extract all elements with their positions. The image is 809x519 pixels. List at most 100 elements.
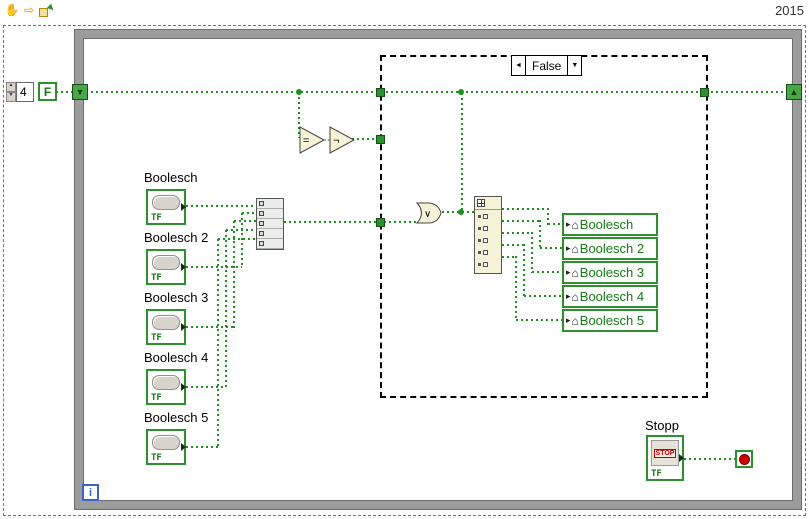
case-tunnel-right-main[interactable] — [700, 88, 709, 97]
step-arrow-glyph: ▶ — [45, 2, 57, 14]
build-array-input-row — [257, 219, 283, 229]
output-arrow-icon — [181, 203, 186, 211]
navigate-arrow-icon[interactable]: ⇨ — [21, 2, 37, 18]
button-face — [152, 435, 180, 450]
wire-main-boolean[interactable] — [56, 91, 792, 93]
wire-ctl5-v[interactable] — [217, 239, 219, 448]
wire-loc2-h[interactable] — [502, 220, 540, 222]
house-icon: ⌂ — [571, 289, 579, 304]
wire-loc5-v[interactable] — [515, 256, 517, 321]
local-variable-label: Boolesch 5 — [579, 313, 645, 328]
case-selector-terminal[interactable] — [376, 135, 385, 144]
boolean-control-boolesch-2[interactable]: TF — [146, 249, 186, 285]
case-prev-arrow-icon[interactable]: ◄ — [512, 56, 525, 75]
output-arrow-icon — [679, 454, 684, 462]
spin-up-icon[interactable]: ▲ — [6, 82, 16, 92]
wire-loc5-in[interactable] — [516, 319, 562, 321]
output-arrow-icon — [181, 443, 186, 451]
button-face — [152, 315, 180, 330]
build-array-input-row — [257, 199, 283, 209]
local-variable-boolesch-5[interactable]: ▸ ⌂ Boolesch 5 — [562, 309, 658, 332]
tf-terminal-label: TF — [151, 333, 162, 343]
numeric-constant-value[interactable]: 4 — [16, 82, 34, 102]
tf-terminal-label: TF — [151, 273, 162, 283]
wire-junction-dot — [458, 89, 464, 95]
button-face — [152, 375, 180, 390]
wire-loc3-v[interactable] — [531, 232, 533, 273]
wire-loc2-v[interactable] — [539, 220, 541, 249]
shift-register-right[interactable]: ▲ — [786, 84, 802, 100]
wire-ctl4-v[interactable] — [225, 230, 227, 388]
wire-ctl4-in[interactable] — [226, 229, 256, 231]
tf-terminal-label: TF — [151, 213, 162, 223]
wire-ctl5-h[interactable] — [186, 446, 218, 448]
boolean-control-boolesch-5[interactable]: TF — [146, 429, 186, 465]
case-structure-border[interactable] — [380, 55, 708, 398]
stop-button-terminal[interactable]: STOP TF — [646, 435, 684, 481]
boolean-control-boolesch[interactable]: TF — [146, 189, 186, 225]
wire-ctl4-h[interactable] — [186, 386, 226, 388]
wire-vertical-junction[interactable] — [461, 93, 463, 212]
build-array-input-row — [257, 229, 283, 239]
index-array-output-row — [475, 246, 501, 258]
spin-down-icon[interactable]: ▼ — [6, 92, 16, 102]
array-glyph-icon — [477, 199, 485, 207]
house-icon: ⌂ — [571, 265, 579, 280]
wire-junction-dot — [458, 209, 464, 215]
wire-ctl5-in[interactable] — [218, 238, 256, 240]
wire-ctl3-in[interactable] — [234, 220, 256, 222]
local-variable-boolesch-2[interactable]: ▸ ⌂ Boolesch 2 — [562, 237, 658, 260]
local-variable-label: Boolesch 4 — [579, 289, 645, 304]
write-arrow-icon: ▸ — [566, 219, 571, 229]
false-boolean-constant[interactable]: F — [38, 82, 57, 101]
boolean-control-boolesch-4[interactable]: TF — [146, 369, 186, 405]
or-array-elements-node[interactable]: ∨ — [414, 200, 444, 226]
local-variable-boolesch[interactable]: ▸ ⌂ Boolesch — [562, 213, 658, 236]
write-arrow-icon: ▸ — [566, 267, 571, 277]
index-array-output-row — [475, 222, 501, 234]
wire-ctl2-in[interactable] — [242, 212, 256, 214]
write-arrow-icon: ▸ — [566, 291, 571, 301]
case-selector[interactable]: ◄ False ▼ — [511, 55, 583, 76]
local-variable-label: Boolesch 3 — [579, 265, 645, 280]
control-label-boolesch-3: Boolesch 3 — [143, 290, 210, 305]
equal-node-glyph: = — [303, 135, 309, 147]
case-tunnel-left-main[interactable] — [376, 88, 385, 97]
loop-condition-terminal[interactable] — [735, 450, 753, 468]
wire-loc4-h[interactable] — [502, 244, 524, 246]
wire-loc1-h[interactable] — [502, 208, 548, 210]
wire-ctl1[interactable] — [186, 205, 256, 207]
build-array-input-row — [257, 239, 283, 249]
index-array-output-row — [475, 258, 501, 270]
wire-stop[interactable] — [684, 458, 735, 460]
output-arrow-icon — [181, 323, 186, 331]
operate-hand-tool-icon[interactable]: ✋ — [4, 2, 20, 18]
wire-loc4-in[interactable] — [524, 295, 562, 297]
wire-loc4-v[interactable] — [523, 244, 525, 297]
boolean-control-boolesch-3[interactable]: TF — [146, 309, 186, 345]
comparison-nodes[interactable]: = ¬ — [298, 126, 358, 156]
wire-loc2-in[interactable] — [540, 247, 562, 249]
stop-control-label: Stopp — [644, 418, 680, 433]
stop-sign-icon — [738, 453, 750, 465]
button-face — [152, 255, 180, 270]
shift-register-left[interactable]: ▼ — [72, 84, 88, 100]
case-selector-value[interactable]: False — [525, 56, 569, 75]
local-variable-boolesch-4[interactable]: ▸ ⌂ Boolesch 4 — [562, 285, 658, 308]
wire-array-to-case[interactable] — [284, 221, 418, 223]
wire-loc3-in[interactable] — [532, 271, 562, 273]
wire-loc5-h[interactable] — [502, 256, 516, 258]
button-face — [152, 195, 180, 210]
tf-terminal-label: TF — [651, 469, 662, 479]
numeric-spinner[interactable]: ▲ ▼ — [6, 82, 16, 102]
step-into-icon[interactable]: ▶ — [38, 2, 57, 18]
build-array-node[interactable] — [256, 198, 284, 250]
wire-loc1-in[interactable] — [548, 223, 562, 225]
loop-iteration-terminal[interactable]: i — [82, 484, 99, 501]
wire-loc3-h[interactable] — [502, 232, 532, 234]
case-menu-arrow-icon[interactable]: ▼ — [568, 56, 581, 75]
local-variable-boolesch-3[interactable]: ▸ ⌂ Boolesch 3 — [562, 261, 658, 284]
index-array-node[interactable] — [474, 196, 502, 274]
case-tunnel-array[interactable] — [376, 218, 385, 227]
numeric-constant[interactable]: ▲ ▼ 4 — [6, 82, 34, 102]
